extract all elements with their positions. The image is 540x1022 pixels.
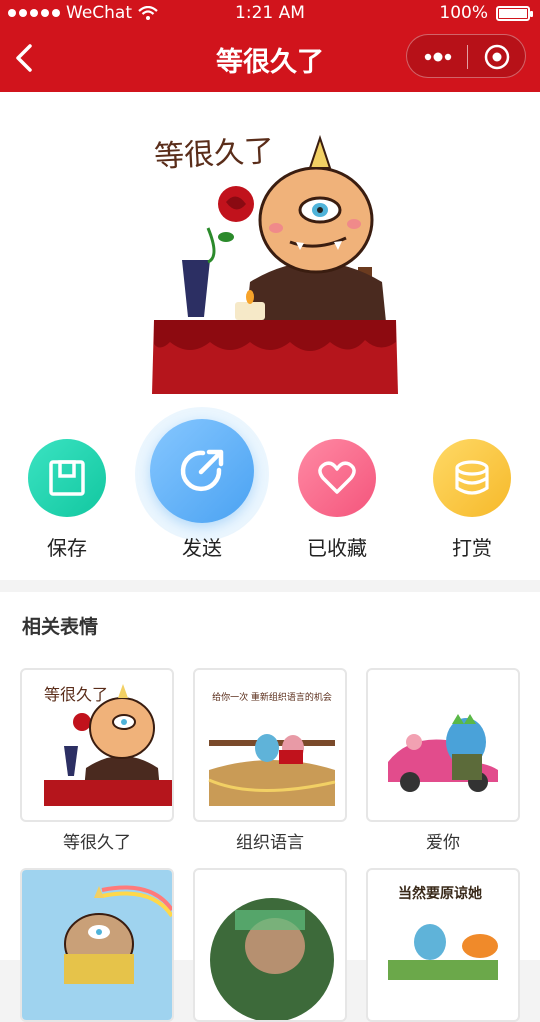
coins-icon: [433, 439, 511, 517]
sticker-thumbnail: [210, 898, 334, 1020]
favorite-button[interactable]: 已收藏: [272, 422, 402, 572]
sticker-thumbnail: [22, 870, 172, 1020]
related-item[interactable]: 给你一次 重新组织语言的机会: [193, 668, 347, 822]
mini-program-capsule: [406, 34, 526, 78]
battery-icon: [496, 5, 533, 21]
related-item[interactable]: 当然要原谅她: [366, 868, 520, 1022]
battery-percent: 100%: [439, 3, 488, 23]
sticker-image: 等很久了: [152, 134, 398, 394]
heart-icon: [298, 439, 376, 517]
battery-status: 100%: [439, 3, 533, 23]
sticker-caption: 等很久了: [153, 134, 275, 175]
sticker-thumbnail: 等很久了: [44, 684, 172, 806]
action-row: 保存 发送 已收藏 打赏: [0, 407, 540, 572]
thumbnail-caption: 给你一次 重新组织语言的机会: [212, 691, 332, 703]
share-icon: [150, 419, 254, 523]
related-item-label: 等很久了: [63, 833, 131, 853]
more-dots-icon: [424, 52, 452, 62]
related-section: 相关表情 等很久了 等很久了 给你一次 重新组织语言的机会 组织语言 爱你 当然…: [0, 592, 540, 1022]
close-button[interactable]: [477, 43, 517, 71]
more-button[interactable]: [419, 43, 457, 71]
save-icon: [28, 439, 106, 517]
app-header: WeChat 1:21 AM 100% 等很久了: [0, 0, 540, 92]
send-button[interactable]: 发送: [135, 407, 269, 572]
save-button[interactable]: 保存: [2, 422, 132, 572]
thumbnail-caption: 当然要原谅她: [398, 885, 482, 902]
thumbnail-caption: 等很久了: [44, 685, 108, 704]
reward-button[interactable]: 打赏: [407, 422, 537, 572]
related-item[interactable]: [366, 668, 520, 822]
related-item[interactable]: 等很久了: [20, 668, 174, 822]
status-bar: WeChat 1:21 AM 100%: [0, 0, 540, 26]
sticker-thumbnail: [388, 714, 498, 792]
nav-bar: 等很久了: [0, 28, 540, 88]
sticker-thumbnail: 当然要原谅她: [388, 885, 498, 980]
favorite-label: 已收藏: [307, 536, 367, 560]
related-title: 相关表情: [22, 616, 99, 638]
capsule-divider: [467, 45, 468, 69]
related-item[interactable]: [193, 868, 347, 1022]
save-label: 保存: [47, 536, 87, 560]
related-item[interactable]: [20, 868, 174, 1022]
reward-label: 打赏: [452, 536, 492, 560]
related-item-label: 爱你: [426, 833, 460, 853]
target-close-icon: [484, 44, 510, 70]
sticker-thumbnail: 给你一次 重新组织语言的机会: [208, 691, 336, 806]
sticker-detail-card: 等很久了 保存 发送 已收藏 打赏: [0, 92, 540, 580]
related-item-label: 组织语言: [236, 833, 304, 853]
send-label: 发送: [182, 536, 222, 560]
